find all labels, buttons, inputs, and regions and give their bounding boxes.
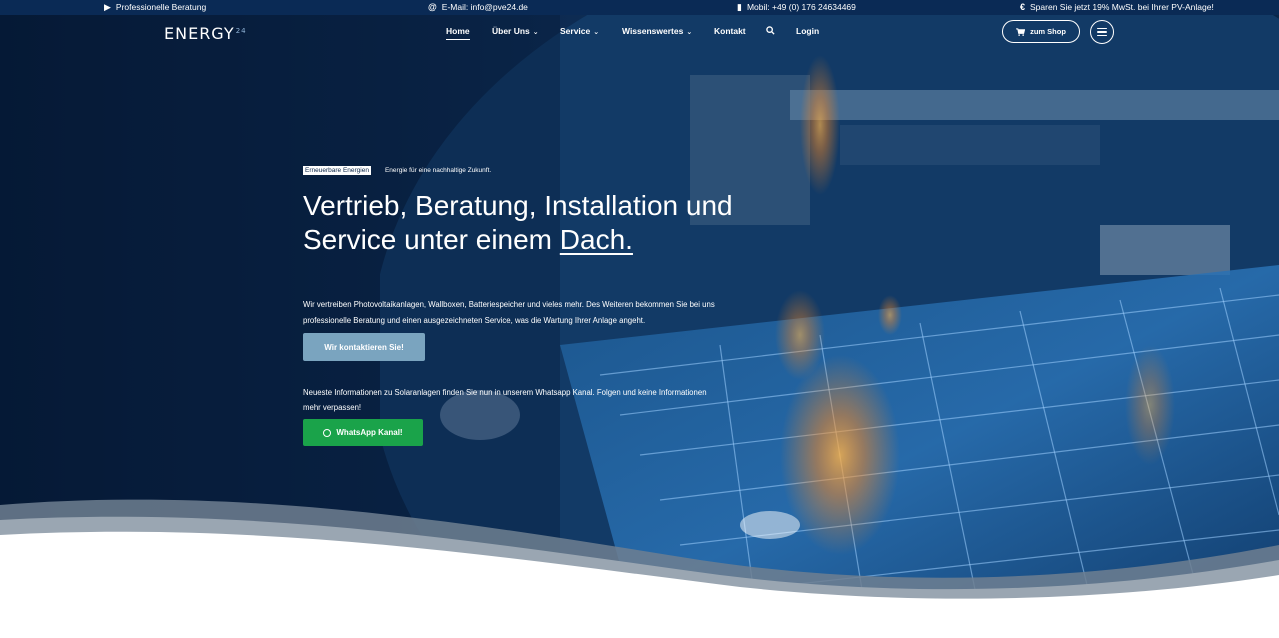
nav-login[interactable]: Login — [796, 26, 819, 36]
search-icon[interactable] — [766, 26, 775, 37]
topbar-item-savings: € Sparen Sie jetzt 19% MwSt. bei Ihrer P… — [1020, 2, 1214, 12]
nav-kontakt-label[interactable]: Kontakt — [714, 26, 746, 36]
topbar-email-label[interactable]: E-Mail: info@pve24.de — [442, 2, 528, 12]
hero-tag: Erneuerbare Energien — [303, 166, 371, 175]
logo-superscript: 24 — [235, 26, 247, 35]
contact-button[interactable]: Wir kontaktieren Sie! — [303, 333, 425, 361]
hamburger-menu-button[interactable] — [1090, 20, 1114, 44]
nav-kontakt[interactable]: Kontakt — [714, 26, 746, 36]
hero-headline-text: Vertrieb, Beratung, Installation und Ser… — [303, 190, 733, 255]
whatsapp-button-label[interactable]: WhatsApp Kanal! — [336, 428, 402, 437]
chevron-down-icon: ⌄ — [532, 29, 539, 36]
hero-description: Wir vertreiben Photovoltaikanlagen, Wall… — [303, 300, 715, 325]
contact-button-label[interactable]: Wir kontaktieren Sie! — [324, 343, 404, 352]
nav-ueber-uns[interactable]: Über Uns ⌄ — [492, 26, 539, 36]
whatsapp-info-text: Neueste Informationen zu Solaranlagen fi… — [303, 388, 707, 412]
hamburger-icon-line — [1097, 31, 1107, 33]
chevron-down-icon: ⌄ — [593, 29, 600, 36]
site-logo[interactable]: ENERGY24 — [164, 24, 247, 43]
topbar-item-phone[interactable]: ▮ Mobil: +49 (0) 176 24634469 — [737, 2, 856, 12]
nav-service-label[interactable]: Service — [560, 26, 590, 36]
hero-tag-row: Erneuerbare Energien Energie für eine na… — [303, 166, 773, 175]
phone-icon: ▮ — [737, 2, 742, 12]
topbar-item-consulting: ▶ Professionelle Beratung — [104, 2, 206, 12]
top-info-bar: ▶ Professionelle Beratung @ E-Mail: info… — [0, 0, 1279, 15]
topbar-savings-label: Sparen Sie jetzt 19% MwSt. bei Ihrer PV-… — [1030, 2, 1214, 12]
euro-icon: € — [1020, 2, 1026, 12]
whatsapp-icon — [323, 428, 332, 437]
hamburger-icon — [1097, 27, 1107, 30]
hero-content: Erneuerbare Energien Energie für eine na… — [303, 166, 773, 446]
topbar-phone-label[interactable]: Mobil: +49 (0) 176 24634469 — [747, 2, 856, 12]
nav-ueber-uns-label[interactable]: Über Uns — [492, 26, 530, 36]
nav-home-label[interactable]: Home — [446, 26, 470, 36]
hero-headline: Vertrieb, Beratung, Installation und Ser… — [303, 189, 773, 257]
cart-icon — [1016, 27, 1026, 36]
at-icon: @ — [428, 2, 437, 12]
chevron-down-icon: ⌄ — [686, 29, 693, 36]
logo-text: ENERGY — [164, 24, 235, 43]
nav-service[interactable]: Service ⌄ — [560, 26, 599, 36]
topbar-item-email[interactable]: @ E-Mail: info@pve24.de — [428, 2, 528, 12]
nav-home[interactable]: Home — [446, 26, 470, 40]
handshake-icon: ▶ — [104, 2, 111, 12]
topbar-consulting-label: Professionelle Beratung — [115, 2, 207, 12]
hamburger-icon-line — [1097, 34, 1107, 37]
hero-tagline: Energie für eine nachhaltige Zukunft. — [384, 167, 492, 174]
hero-headline-underlined: Dach. — [559, 224, 633, 255]
nav-wissenswertes[interactable]: Wissenswertes ⌄ — [622, 26, 692, 36]
shop-button-label[interactable]: zum Shop — [1030, 27, 1066, 36]
nav-wissenswertes-label[interactable]: Wissenswertes — [622, 26, 683, 36]
shop-button[interactable]: zum Shop — [1002, 20, 1080, 43]
search-icon-glyph — [766, 26, 775, 35]
whatsapp-button[interactable]: WhatsApp Kanal! — [303, 419, 423, 446]
nav-login-label[interactable]: Login — [796, 26, 819, 36]
